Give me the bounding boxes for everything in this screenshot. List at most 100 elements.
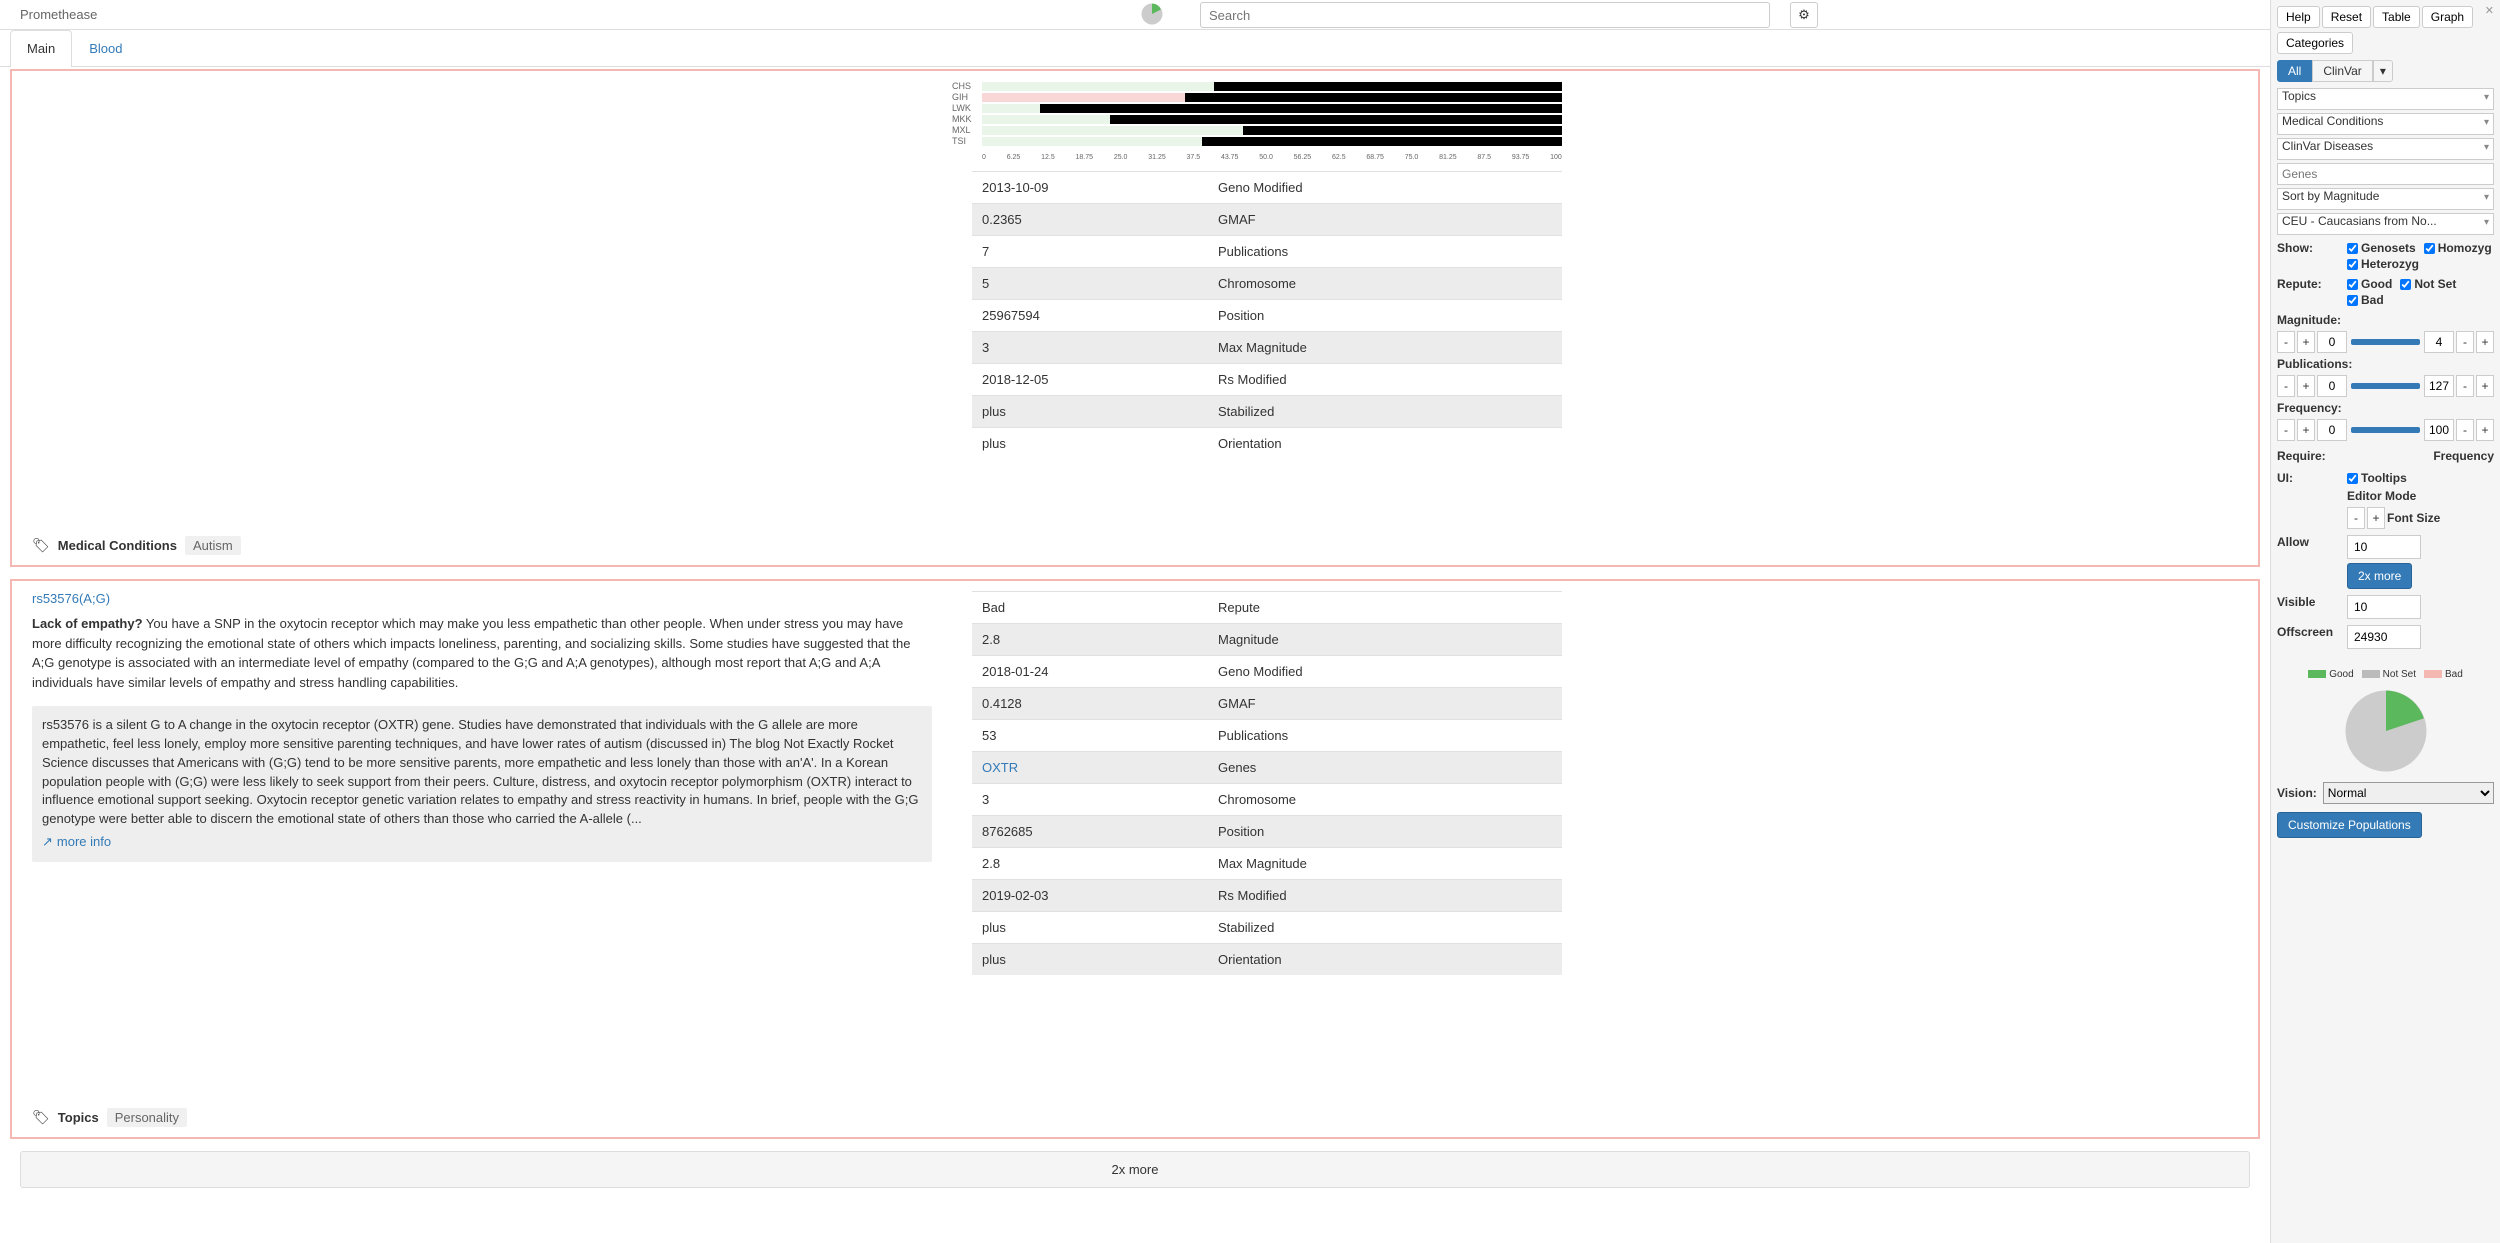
- vision-select[interactable]: Normal: [2323, 782, 2494, 804]
- detail-key: Magnitude: [1208, 624, 1562, 656]
- minus-button[interactable]: -: [2277, 375, 2295, 397]
- detail-value: 2019-02-03: [972, 880, 1208, 912]
- axis-tick: 81.25: [1439, 154, 1457, 161]
- magnitude-slider[interactable]: [2351, 339, 2420, 345]
- plus-button[interactable]: +: [2297, 419, 2315, 441]
- plus-button[interactable]: +: [2297, 331, 2315, 353]
- show-label: Show:: [2277, 241, 2347, 271]
- topics-select[interactable]: Topics: [2277, 88, 2494, 110]
- cb-bad[interactable]: Bad: [2347, 293, 2384, 307]
- genes-input[interactable]: [2277, 163, 2494, 185]
- plus-button[interactable]: +: [2476, 375, 2494, 397]
- snp-description: Lack of empathy? You have a SNP in the o…: [32, 614, 932, 692]
- conditions-select[interactable]: Medical Conditions: [2277, 113, 2494, 135]
- table-button[interactable]: Table: [2373, 6, 2420, 28]
- pub-max[interactable]: [2424, 375, 2454, 397]
- plus-button[interactable]: +: [2476, 419, 2494, 441]
- minus-button[interactable]: -: [2277, 419, 2295, 441]
- minus-button[interactable]: -: [2456, 375, 2474, 397]
- gene-link[interactable]: OXTR: [982, 760, 1018, 775]
- cb-homozyg[interactable]: Homozyg: [2424, 241, 2492, 255]
- pub-min[interactable]: [2317, 375, 2347, 397]
- axis-tick: 18.75: [1076, 154, 1094, 161]
- axis-tick: 31.25: [1148, 154, 1166, 161]
- allow-more-button[interactable]: 2x more: [2347, 563, 2412, 589]
- detail-key: Chromosome: [1208, 268, 1562, 300]
- tab-main[interactable]: Main: [10, 30, 72, 67]
- table-row: 2019-02-03Rs Modified: [972, 880, 1562, 912]
- pill-all[interactable]: All: [2277, 60, 2312, 82]
- detail-key: Geno Modified: [1208, 172, 1562, 204]
- mag-min[interactable]: [2317, 331, 2347, 353]
- detail-key: Publications: [1208, 720, 1562, 752]
- cb-genosets[interactable]: Genosets: [2347, 241, 2416, 255]
- cb-heterozyg[interactable]: Heterozyg: [2347, 257, 2419, 271]
- cb-editor[interactable]: Editor Mode: [2347, 489, 2416, 503]
- minus-button[interactable]: -: [2277, 331, 2295, 353]
- clinvar-select[interactable]: ClinVar Diseases: [2277, 138, 2494, 160]
- table-row: 25967594Position: [972, 300, 1562, 332]
- cb-notset[interactable]: Not Set: [2400, 277, 2456, 291]
- table-row: BadRepute: [972, 592, 1562, 624]
- pill-clinvar[interactable]: ClinVar: [2312, 60, 2372, 82]
- visible-input[interactable]: [2347, 595, 2421, 619]
- categories-button[interactable]: Categories: [2277, 32, 2353, 54]
- reset-button[interactable]: Reset: [2322, 6, 2371, 28]
- population-select[interactable]: CEU - Caucasians from No...: [2277, 213, 2494, 235]
- detail-value: 53: [972, 720, 1208, 752]
- chart-label: LWK: [952, 103, 972, 114]
- tag-category: Topics: [58, 1110, 99, 1125]
- freq-min[interactable]: [2317, 419, 2347, 441]
- customize-populations-button[interactable]: Customize Populations: [2277, 812, 2422, 838]
- pie-chart-icon: [2341, 686, 2431, 776]
- load-more-button[interactable]: 2x more: [20, 1151, 2250, 1188]
- search-input[interactable]: [1200, 2, 1770, 28]
- detail-value: 0.4128: [972, 688, 1208, 720]
- minus-button[interactable]: -: [2456, 331, 2474, 353]
- axis-tick: 43.75: [1221, 154, 1239, 161]
- sidebar: ✕ Help Reset Table Graph Categories All …: [2270, 0, 2500, 1243]
- freq-max[interactable]: [2424, 419, 2454, 441]
- axis-tick: 6.25: [1007, 154, 1021, 161]
- close-icon[interactable]: ✕: [2485, 4, 2494, 17]
- mag-max[interactable]: [2424, 331, 2454, 353]
- cb-good[interactable]: Good: [2347, 277, 2392, 291]
- filter-button[interactable]: ⚙: [1790, 2, 1818, 28]
- axis-tick: 100: [1550, 154, 1562, 161]
- snp-link[interactable]: rs53576(A;G): [32, 591, 932, 606]
- axis-tick: 50.0: [1259, 154, 1273, 161]
- detail-value: 2.8: [972, 624, 1208, 656]
- minus-button[interactable]: -: [2347, 507, 2365, 529]
- plus-button[interactable]: +: [2476, 331, 2494, 353]
- frequency-slider[interactable]: [2351, 427, 2420, 433]
- app-title: Promethease: [20, 7, 97, 22]
- minus-button[interactable]: -: [2456, 419, 2474, 441]
- tag-category: Medical Conditions: [58, 538, 177, 553]
- detail-table: BadRepute2.8Magnitude2018-01-24Geno Modi…: [972, 591, 1562, 975]
- detail-key: Publications: [1208, 236, 1562, 268]
- tags-row: 🏷 Medical Conditions Autism: [32, 518, 932, 555]
- allow-input[interactable]: [2347, 535, 2421, 559]
- detail-key: Position: [1208, 816, 1562, 848]
- pill-dropdown[interactable]: ▾: [2373, 60, 2393, 82]
- plus-button[interactable]: +: [2367, 507, 2385, 529]
- table-row: 3Chromosome: [972, 784, 1562, 816]
- publications-slider[interactable]: [2351, 383, 2420, 389]
- cb-tooltips[interactable]: Tooltips: [2347, 471, 2407, 485]
- graph-button[interactable]: Graph: [2422, 6, 2473, 28]
- tag-value[interactable]: Personality: [107, 1108, 187, 1127]
- tab-blood[interactable]: Blood: [72, 30, 139, 66]
- axis-tick: 68.75: [1366, 154, 1384, 161]
- detail-key: Stabilized: [1208, 396, 1562, 428]
- plus-button[interactable]: +: [2297, 375, 2315, 397]
- detail-key: Geno Modified: [1208, 656, 1562, 688]
- detail-value: plus: [972, 944, 1208, 976]
- tag-value[interactable]: Autism: [185, 536, 241, 555]
- table-row: 0.2365GMAF: [972, 204, 1562, 236]
- sort-select[interactable]: Sort by Magnitude: [2277, 188, 2494, 210]
- offscreen-input[interactable]: [2347, 625, 2421, 649]
- more-info-link[interactable]: ↗more info: [42, 833, 111, 852]
- help-button[interactable]: Help: [2277, 6, 2320, 28]
- vision-label: Vision:: [2277, 786, 2317, 800]
- detail-key: Rs Modified: [1208, 364, 1562, 396]
